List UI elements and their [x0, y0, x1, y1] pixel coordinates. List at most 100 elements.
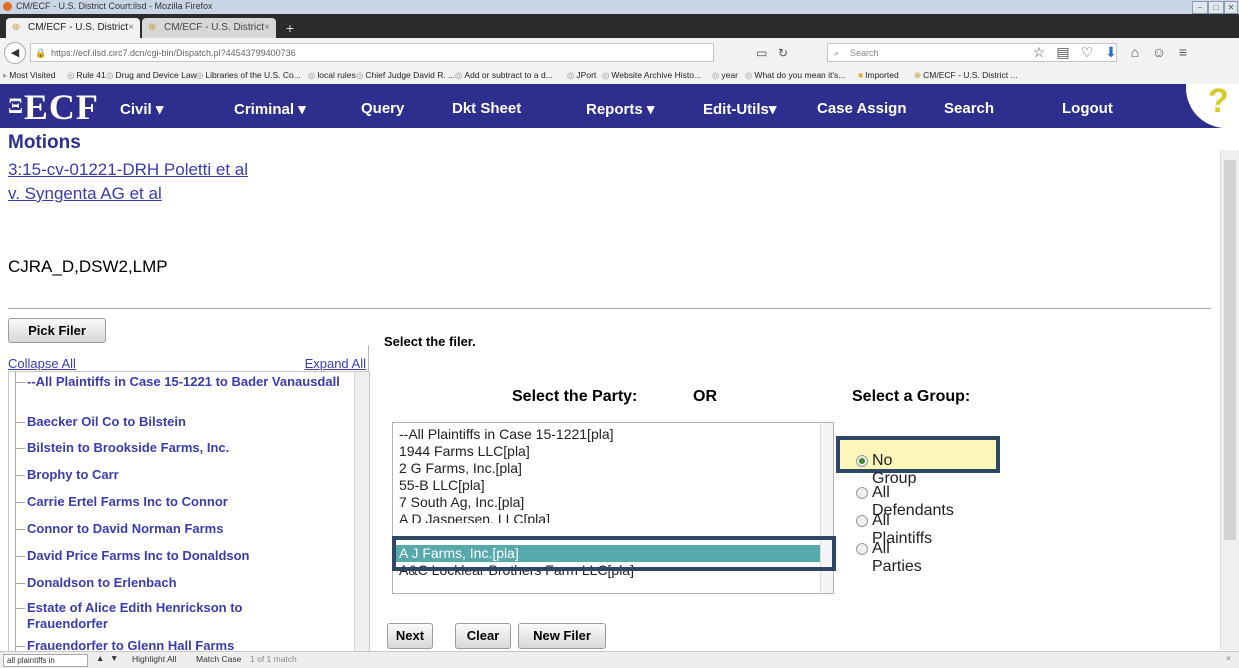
party-option[interactable]: 1944 Farms LLC[pla]: [399, 443, 530, 460]
match-case-toggle[interactable]: Match Case: [196, 654, 241, 664]
menu-dkt-sheet[interactable]: Dkt Sheet: [452, 100, 521, 117]
radio-all-parties[interactable]: [856, 543, 868, 555]
bookmarks-bar: ▸ Most Visited ◎ Rule 41 ◎ Drug and Device …: [0, 68, 1239, 85]
menu-query[interactable]: Query: [361, 100, 404, 117]
page-scrollbar-thumb[interactable]: [1224, 160, 1236, 540]
pick-filer-button[interactable]: Pick Filer: [8, 318, 106, 343]
divider: [8, 308, 1211, 309]
tree-item[interactable]: Baecker Oil Co to Bilstein: [15, 414, 345, 430]
new-tab-button[interactable]: +: [280, 18, 300, 38]
reader-view-icon[interactable]: ▭: [756, 46, 767, 60]
tree-item[interactable]: Estate of Alice Edith Henrickson to Frau…: [15, 600, 317, 632]
find-next-icon[interactable]: ▼: [110, 653, 118, 663]
bookmark-item[interactable]: ◎ Rule 41: [67, 70, 106, 81]
cjra-text: CJRA_D,DSW2,LMP: [8, 257, 168, 276]
party-option[interactable]: A D Jaspersen, LLC[pla]: [399, 511, 550, 523]
ecf-favicon-icon: ⊕: [12, 22, 21, 33]
bookmark-item[interactable]: ◎ local rules: [308, 70, 356, 81]
radio-label: All Parties: [872, 540, 922, 575]
tree-item[interactable]: David Price Farms Inc to Donaldson: [15, 548, 345, 564]
bookmark-item[interactable]: ◎ year: [712, 70, 738, 81]
page-scrollbar[interactable]: [1220, 150, 1239, 650]
chevron-down-icon: ▾: [155, 101, 164, 118]
filer-tree: --All Plaintiffs in Case 15-1221 to Bade…: [8, 371, 370, 652]
close-find-icon[interactable]: ×: [1226, 653, 1231, 663]
tree-item[interactable]: Connor to David Norman Farms: [15, 521, 345, 537]
question-mark-icon: ?: [1208, 82, 1229, 120]
help-button[interactable]: ?: [1186, 82, 1239, 128]
select-filer-label: Select the filer.: [384, 334, 476, 349]
tab-ecf-1[interactable]: ⊕ CM/ECF - U.S. District Cour... ×: [6, 18, 140, 53]
reload-icon[interactable]: ↻: [778, 46, 788, 60]
party-option[interactable]: 2 G Farms, Inc.[pla]: [399, 460, 522, 477]
menu-criminal[interactable]: Criminal ▾: [234, 100, 306, 118]
case-link[interactable]: 3:15-cv-01221-DRH Poletti et al v. Synge…: [8, 160, 248, 204]
or-label: OR: [693, 388, 717, 405]
expand-all-link[interactable]: Expand All: [305, 356, 366, 371]
highlight-box-party: [392, 536, 836, 571]
tree-item[interactable]: Frauendorfer to Glenn Hall Farms: [15, 638, 345, 652]
find-bar: all plaintiffs in ▲ ▼ Highlight All Matc…: [0, 651, 1239, 668]
menu-civil[interactable]: Civil ▾: [120, 100, 163, 118]
back-button[interactable]: ◀: [4, 42, 26, 64]
menu-icon[interactable]: ≡: [1174, 44, 1192, 60]
menu-search[interactable]: Search: [944, 100, 994, 117]
search-input[interactable]: ⌕ Search: [827, 43, 1117, 62]
menu-case-assign[interactable]: Case Assign: [817, 100, 906, 117]
menu-logout[interactable]: Logout: [1062, 100, 1113, 117]
find-previous-icon[interactable]: ▲: [96, 653, 104, 663]
case-link-line-1[interactable]: 3:15-cv-01221-DRH Poletti et al: [8, 160, 248, 180]
chevron-down-icon: ▾: [646, 101, 655, 118]
account-icon[interactable]: ☺: [1150, 44, 1168, 60]
close-tab-icon[interactable]: ×: [264, 18, 270, 38]
radio-no-group[interactable]: [856, 455, 868, 467]
menu-reports[interactable]: Reports ▾: [586, 100, 654, 118]
home-icon[interactable]: ⌂: [1126, 44, 1144, 60]
case-link-line-2[interactable]: v. Syngenta AG et al: [8, 184, 248, 204]
bookmark-item[interactable]: ▸ Most Visited: [3, 70, 55, 81]
bookmark-item[interactable]: ◎ Chief Judge David R. ...: [356, 70, 455, 81]
bookmark-item[interactable]: ◎ Add or subtract to a d...: [455, 70, 553, 81]
pocket-icon[interactable]: ♡: [1078, 44, 1096, 61]
select-group-heading: Select a Group:: [852, 388, 971, 405]
url-bar[interactable]: 🔒 https://ecf.ilsd.circ7.dcn/cgi-bin/Dis…: [30, 43, 714, 62]
tree-item[interactable]: Bilstein to Brookside Farms, Inc.: [15, 440, 345, 456]
party-option[interactable]: 7 South Ag, Inc.[pla]: [399, 494, 524, 511]
bookmark-item[interactable]: ⊕ CM/ECF - U.S. District ...: [914, 70, 1018, 81]
firefox-icon: [3, 2, 12, 11]
find-input[interactable]: all plaintiffs in: [3, 654, 88, 667]
close-tab-icon[interactable]: ×: [128, 18, 134, 38]
bookmark-item[interactable]: ◎ Libraries of the U.S. Co...: [196, 70, 301, 81]
ecf-favicon-icon: ⊕: [148, 22, 157, 33]
clear-button[interactable]: Clear: [455, 623, 511, 649]
bookmark-item[interactable]: ◎ What do you mean it's...: [745, 70, 845, 81]
tree-item[interactable]: Brophy to Carr: [15, 467, 345, 483]
bookmark-item[interactable]: ◎ Website Archive Histo...: [602, 70, 701, 81]
collapse-all-link[interactable]: Collapse All: [8, 356, 76, 371]
filer-tree-pane: Collapse All Expand All --All Plaintiffs…: [8, 345, 370, 652]
radio-all-plaintiffs[interactable]: [856, 515, 868, 527]
bookmark-item[interactable]: ◎ Drug and Device Law: [106, 70, 197, 81]
tree-item[interactable]: Carrie Ertel Farms Inc to Connor: [15, 494, 345, 510]
minimize-button[interactable]: –: [1192, 1, 1208, 14]
tree-item[interactable]: --All Plaintiffs in Case 15-1221 to Bade…: [15, 374, 345, 390]
lock-icon: 🔒: [35, 48, 47, 58]
new-filer-button[interactable]: New Filer: [518, 623, 606, 649]
maximize-button[interactable]: □: [1208, 1, 1224, 14]
bookmark-folder[interactable]: ■ Imported: [858, 70, 899, 80]
tab-ecf-2[interactable]: ⊕ CM/ECF - U.S. District Cour... ×: [142, 18, 276, 53]
next-button[interactable]: Next: [387, 623, 433, 649]
tree-item[interactable]: Donaldson to Erlenbach: [15, 575, 345, 591]
bookmark-star-icon[interactable]: ☆: [1030, 44, 1048, 61]
bookmark-item[interactable]: ◎ JPort: [567, 70, 596, 81]
downloads-icon[interactable]: ⬇: [1102, 44, 1120, 61]
highlight-all-toggle[interactable]: Highlight All: [132, 654, 176, 664]
menu-edit-utils[interactable]: Edit-Utils▾: [703, 100, 776, 118]
party-option[interactable]: --All Plaintiffs in Case 15-1221[pla]: [399, 426, 614, 443]
party-option[interactable]: 55-B LLC[pla]: [399, 477, 485, 494]
bookmarks-library-icon[interactable]: ▤: [1054, 44, 1072, 61]
radio-all-defendants[interactable]: [856, 487, 868, 499]
close-window-button[interactable]: ✕: [1224, 1, 1238, 14]
ecf-logo: ΞECF: [8, 87, 99, 127]
tree-scrollbar[interactable]: [354, 372, 369, 652]
